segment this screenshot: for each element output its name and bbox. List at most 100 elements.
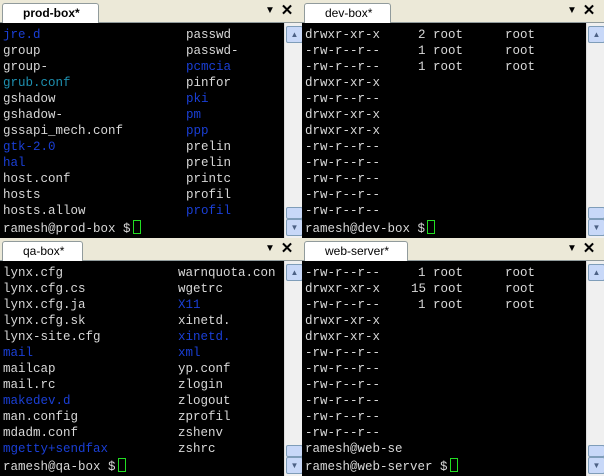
shell-prompt[interactable]: ramesh@web-server $ — [305, 458, 458, 474]
file-permissions: -rw-r--r-- — [305, 188, 381, 202]
file-name: profil — [186, 188, 232, 202]
file-name: lynx.cfg — [3, 266, 64, 280]
terminal-output[interactable]: lynx.cfg warnquota.con lynx.cfg.cs wgetrc … — [0, 261, 285, 476]
scroll-up-icon[interactable]: ▲ — [588, 264, 604, 281]
file-name: zshenv — [178, 426, 224, 440]
file-name: gtk-2.0 — [3, 140, 56, 154]
file-owner: root — [433, 282, 464, 296]
scroll-down-icon[interactable]: ▼ — [286, 219, 302, 236]
tab-bar: qa-box* ▼ ✕ — [0, 238, 302, 261]
file-name: lynx.cfg.cs — [3, 282, 86, 296]
tab-menu-chevron-down-icon[interactable]: ▼ — [564, 240, 580, 258]
file-name: ppp — [186, 124, 209, 138]
tab-prod-box[interactable]: prod-box* — [2, 3, 99, 23]
scroll-down-icon[interactable]: ▼ — [286, 457, 302, 474]
prompt-text: ramesh@web-se — [305, 442, 403, 456]
tab-menu-chevron-down-icon[interactable]: ▼ — [262, 240, 278, 258]
file-permissions: -rw-r--r-- — [305, 92, 381, 106]
scroll-down-icon[interactable]: ▼ — [588, 457, 604, 474]
shell-prompt[interactable]: ramesh@dev-box $ — [305, 220, 436, 236]
file-name: warnquota.con — [178, 266, 276, 280]
file-group: root — [505, 28, 536, 42]
link-count: 1 — [418, 298, 426, 312]
tab-close-icon[interactable]: ✕ — [279, 240, 295, 258]
terminal-pane-web-server: web-server* ▼ ✕ -rw-r--r-- 1 root root drwx… — [302, 238, 604, 476]
file-permissions: -rw-r--r-- — [305, 60, 381, 74]
file-permissions: drwxr-xr-x — [305, 108, 381, 122]
file-name: mdadm.conf — [3, 426, 79, 440]
text-cursor — [427, 220, 436, 234]
tab-qa-box[interactable]: qa-box* — [2, 241, 84, 261]
file-permissions: drwxr-xr-x — [305, 28, 381, 42]
file-owner: root — [433, 28, 464, 42]
terminal-output[interactable]: -rw-r--r-- 1 root root drwxr-xr-x 15 root root… — [302, 261, 587, 476]
file-name: profil — [186, 204, 232, 218]
file-name: zshrc — [178, 442, 216, 456]
file-name: pinfor — [186, 76, 232, 90]
file-name: xinetd. — [178, 330, 231, 344]
prompt-text: ramesh@dev-box $ — [305, 222, 426, 236]
prompt-text: ramesh@web-server $ — [305, 460, 448, 474]
file-name: xinetd. — [178, 314, 231, 328]
file-name: printc — [186, 172, 232, 186]
tab-bar: web-server* ▼ ✕ — [302, 238, 604, 261]
file-permissions: drwxr-xr-x — [305, 76, 381, 90]
file-name: jre.d — [3, 28, 41, 42]
scroll-up-icon[interactable]: ▲ — [286, 264, 302, 281]
file-name: gssapi_mech.conf — [3, 124, 124, 138]
terminal-pane-prod-box: prod-box* ▼ ✕ jre.d passwd group passwd- g… — [0, 0, 302, 238]
terminal-pane-dev-box: dev-box* ▼ ✕ drwxr-xr-x 2 root root -rw-r--… — [302, 0, 604, 238]
file-name: prelin — [186, 140, 232, 154]
link-count: 1 — [418, 266, 426, 280]
file-name: pm — [186, 108, 202, 122]
file-name: hal — [3, 156, 26, 170]
scroll-thumb[interactable] — [588, 207, 604, 219]
file-name: passwd — [186, 28, 232, 42]
file-permissions: -rw-r--r-- — [305, 394, 381, 408]
file-permissions: drwxr-xr-x — [305, 282, 381, 296]
file-name: xml — [178, 346, 201, 360]
link-count: 2 — [418, 28, 426, 42]
file-name: passwd- — [186, 44, 239, 58]
text-cursor — [117, 458, 126, 472]
scroll-thumb[interactable] — [286, 207, 302, 219]
terminal-output[interactable]: drwxr-xr-x 2 root root -rw-r--r-- 1 root root … — [302, 23, 587, 238]
tab-close-icon[interactable]: ✕ — [279, 2, 295, 20]
link-count: 1 — [418, 44, 426, 58]
file-name: pcmcia — [186, 60, 232, 74]
file-owner: root — [433, 298, 464, 312]
file-permissions: -rw-r--r-- — [305, 172, 381, 186]
scroll-thumb[interactable] — [286, 445, 302, 457]
shell-prompt[interactable]: ramesh@prod-box $ — [3, 220, 141, 236]
tab-close-icon[interactable]: ✕ — [581, 240, 597, 258]
tab-dev-box[interactable]: dev-box* — [304, 3, 392, 23]
file-name: mail — [3, 346, 34, 360]
file-permissions: -rw-r--r-- — [305, 378, 381, 392]
text-cursor — [132, 220, 141, 234]
vertical-scrollbar[interactable]: ▲ ▼ — [284, 23, 302, 238]
prompt-text: ramesh@prod-box $ — [3, 222, 131, 236]
terminal-pane-qa-box: qa-box* ▼ ✕ lynx.cfg warnquota.con lynx.c… — [0, 238, 302, 476]
tab-menu-chevron-down-icon[interactable]: ▼ — [262, 2, 278, 20]
file-group: root — [505, 60, 536, 74]
vertical-scrollbar[interactable]: ▲ ▼ — [586, 23, 604, 238]
vertical-scrollbar[interactable]: ▲ ▼ — [284, 261, 302, 476]
scroll-up-icon[interactable]: ▲ — [286, 26, 302, 43]
file-name: gshadow — [3, 92, 56, 106]
scroll-up-icon[interactable]: ▲ — [588, 26, 604, 43]
shell-prompt[interactable]: ramesh@qa-box $ — [3, 458, 126, 474]
file-name: hosts — [3, 188, 41, 202]
file-permissions: -rw-r--r-- — [305, 426, 381, 440]
vertical-scrollbar[interactable]: ▲ ▼ — [586, 261, 604, 476]
tab-menu-chevron-down-icon[interactable]: ▼ — [564, 2, 580, 20]
tab-close-icon[interactable]: ✕ — [581, 2, 597, 20]
file-permissions: -rw-r--r-- — [305, 410, 381, 424]
file-name: wgetrc — [178, 282, 224, 296]
terminal-output[interactable]: jre.d passwd group passwd- group-pcmcia gr… — [0, 23, 285, 238]
file-name: prelin — [186, 156, 232, 170]
file-group: root — [505, 44, 536, 58]
file-name: mailcap — [3, 362, 56, 376]
tab-web-server[interactable]: web-server* — [304, 241, 409, 261]
scroll-down-icon[interactable]: ▼ — [588, 219, 604, 236]
scroll-thumb[interactable] — [588, 445, 604, 457]
